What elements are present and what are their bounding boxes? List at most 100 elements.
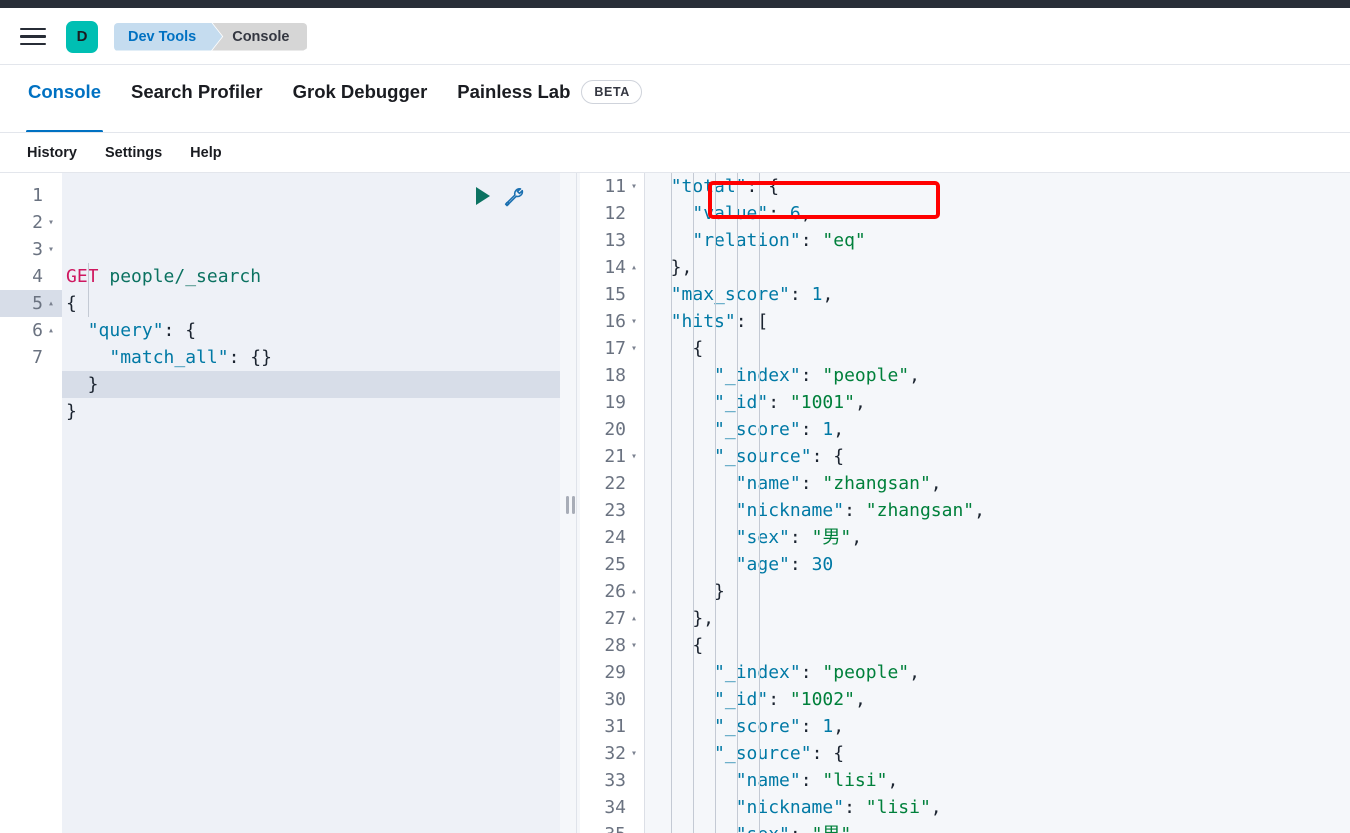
- fold-toggle-icon[interactable]: ▾: [629, 182, 639, 192]
- code-line-19[interactable]: "_id": "1001",: [645, 389, 1350, 416]
- gutter-line-22: 22: [580, 470, 645, 497]
- fold-toggle-icon[interactable]: ▾: [629, 344, 639, 354]
- code-line-22[interactable]: "name": "zhangsan",: [645, 470, 1350, 497]
- tab-grok-debugger[interactable]: Grok Debugger: [278, 65, 443, 133]
- code-line-1[interactable]: GET people/_search: [62, 263, 560, 290]
- tab-search-profiler[interactable]: Search Profiler: [116, 65, 278, 133]
- fold-toggle-icon[interactable]: ▴: [629, 587, 639, 597]
- code-line-20[interactable]: "_score": 1,: [645, 416, 1350, 443]
- code-line-27[interactable]: },: [645, 605, 1350, 632]
- code-line-28[interactable]: {: [645, 632, 1350, 659]
- code-token: 30: [812, 554, 834, 575]
- breadcrumb-item-dev-tools[interactable]: Dev Tools: [114, 23, 222, 51]
- request-editor-pane[interactable]: 12▾3▾45▴6▴7 GET people/_search{ "query":…: [0, 173, 560, 833]
- code-line-17[interactable]: {: [645, 335, 1350, 362]
- gutter-line-7: 7: [0, 344, 62, 371]
- fold-toggle-icon[interactable]: ▾: [46, 218, 56, 228]
- line-number: 35: [602, 821, 626, 833]
- response-code-area[interactable]: "total": { "value": 6, "relation": "eq" …: [645, 173, 1350, 833]
- breadcrumb-item-console[interactable]: Console: [212, 23, 307, 51]
- code-token: "nickname": [736, 797, 844, 818]
- gutter-line-16: 16▾: [580, 308, 645, 335]
- submenu-item-help[interactable]: Help: [176, 145, 235, 161]
- code-line-13[interactable]: "relation": "eq": [645, 227, 1350, 254]
- code-token: :: [790, 284, 812, 305]
- fold-toggle-icon[interactable]: ▴: [46, 326, 56, 336]
- code-line-31[interactable]: "_score": 1,: [645, 713, 1350, 740]
- gutter-line-20: 20: [580, 416, 645, 443]
- line-number: 5: [19, 290, 43, 317]
- code-token: "people": [822, 365, 909, 386]
- code-token: "hits": [671, 311, 736, 332]
- fold-toggle-icon[interactable]: ▴: [629, 614, 639, 624]
- code-line-21[interactable]: "_source": {: [645, 443, 1350, 470]
- code-line-33[interactable]: "name": "lisi",: [645, 767, 1350, 794]
- fold-toggle-icon[interactable]: ▾: [629, 641, 639, 651]
- submenu-item-history[interactable]: History: [13, 145, 91, 161]
- tab-painless-lab[interactable]: Painless Lab BETA: [442, 65, 657, 133]
- line-number: 17: [602, 335, 626, 362]
- avatar[interactable]: D: [66, 21, 98, 53]
- line-number: 30: [602, 686, 626, 713]
- hamburger-menu-icon[interactable]: [18, 22, 48, 52]
- code-line-26[interactable]: }: [645, 578, 1350, 605]
- fold-toggle-icon[interactable]: ▾: [46, 245, 56, 255]
- code-token: {: [649, 338, 703, 359]
- tab-console[interactable]: Console: [13, 65, 116, 133]
- fold-toggle-icon[interactable]: ▾: [629, 452, 639, 462]
- code-line-32[interactable]: "_source": {: [645, 740, 1350, 767]
- code-token: [649, 311, 671, 332]
- code-line-3[interactable]: "query": {: [62, 317, 560, 344]
- code-line-16[interactable]: "hits": [: [645, 308, 1350, 335]
- code-token: :: [790, 527, 812, 548]
- code-line-5[interactable]: }: [62, 371, 560, 398]
- code-line-18[interactable]: "_index": "people",: [645, 362, 1350, 389]
- code-token: :: [801, 770, 823, 791]
- line-number: 6: [19, 317, 43, 344]
- submenu-item-settings[interactable]: Settings: [91, 145, 176, 161]
- pane-divider-handle[interactable]: [560, 173, 580, 833]
- line-number: 24: [602, 524, 626, 551]
- code-token: ,: [851, 824, 862, 833]
- tab-console-label: Console: [28, 81, 101, 103]
- response-pane[interactable]: 11▾121314▴1516▾17▾18192021▾2223242526▴27…: [580, 173, 1350, 833]
- editor-code-area[interactable]: GET people/_search{ "query": { "match_al…: [62, 173, 560, 833]
- code-line-14[interactable]: },: [645, 254, 1350, 281]
- code-token: "_id": [714, 689, 768, 710]
- code-token: ,: [931, 797, 942, 818]
- code-token: [649, 365, 714, 386]
- code-line-12[interactable]: "value": 6,: [645, 200, 1350, 227]
- code-token: 1: [822, 716, 833, 737]
- fold-toggle-icon[interactable]: ▴: [46, 299, 56, 309]
- gutter-line-14: 14▴: [580, 254, 645, 281]
- code-token: "男": [812, 824, 852, 833]
- gutter-line-15: 15: [580, 281, 645, 308]
- code-line-6[interactable]: }: [62, 398, 560, 425]
- fold-toggle-icon[interactable]: ▾: [629, 749, 639, 759]
- code-token: "男": [812, 527, 852, 548]
- code-line-2[interactable]: {: [62, 290, 560, 317]
- wrench-icon[interactable]: [502, 185, 524, 207]
- gutter-line-19: 19: [580, 389, 645, 416]
- code-line-15[interactable]: "max_score": 1,: [645, 281, 1350, 308]
- code-line-24[interactable]: "sex": "男",: [645, 524, 1350, 551]
- code-line-29[interactable]: "_index": "people",: [645, 659, 1350, 686]
- fold-toggle-icon[interactable]: ▾: [629, 317, 639, 327]
- code-token: "query": [88, 320, 164, 341]
- code-line-25[interactable]: "age": 30: [645, 551, 1350, 578]
- code-line-34[interactable]: "nickname": "lisi",: [645, 794, 1350, 821]
- code-line-4[interactable]: "match_all": {}: [62, 344, 560, 371]
- code-token: "_index": [714, 662, 801, 683]
- fold-toggle-icon[interactable]: ▴: [629, 263, 639, 273]
- code-line-35[interactable]: "sex": "男",: [645, 821, 1350, 833]
- line-number: 32: [602, 740, 626, 767]
- gutter-line-31: 31: [580, 713, 645, 740]
- code-line-11[interactable]: "total": {: [645, 173, 1350, 200]
- line-number: 3: [19, 236, 43, 263]
- console-submenu: History Settings Help: [0, 133, 1350, 173]
- code-line-23[interactable]: "nickname": "zhangsan",: [645, 497, 1350, 524]
- code-line-30[interactable]: "_id": "1002",: [645, 686, 1350, 713]
- play-icon[interactable]: [476, 187, 490, 205]
- code-token: "max_score": [671, 284, 790, 305]
- code-line-7[interactable]: [62, 425, 560, 452]
